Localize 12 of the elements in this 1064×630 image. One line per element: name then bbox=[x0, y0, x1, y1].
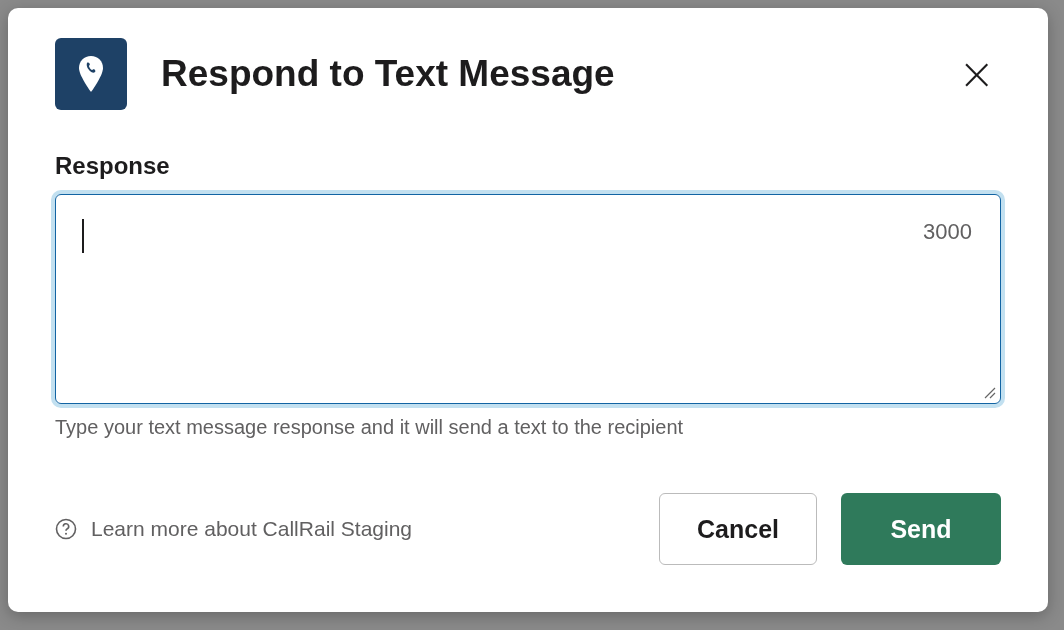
close-button[interactable]: × bbox=[952, 52, 1001, 96]
field-hint: Type your text message response and it will send a text to the recipient bbox=[55, 416, 685, 439]
dialog-title: Respond to Text Message bbox=[161, 53, 616, 95]
help-icon bbox=[55, 518, 77, 540]
help-link[interactable]: Learn more about CallRail Staging bbox=[55, 517, 635, 541]
field-label: Response bbox=[55, 152, 171, 180]
character-counter: 3000 bbox=[923, 219, 972, 245]
map-pin-phone-icon bbox=[55, 38, 127, 110]
text-cursor bbox=[82, 219, 84, 253]
send-button[interactable]: Send bbox=[841, 493, 1001, 565]
resize-grip-icon[interactable] bbox=[982, 385, 996, 399]
cancel-button[interactable]: Cancel bbox=[659, 493, 817, 565]
